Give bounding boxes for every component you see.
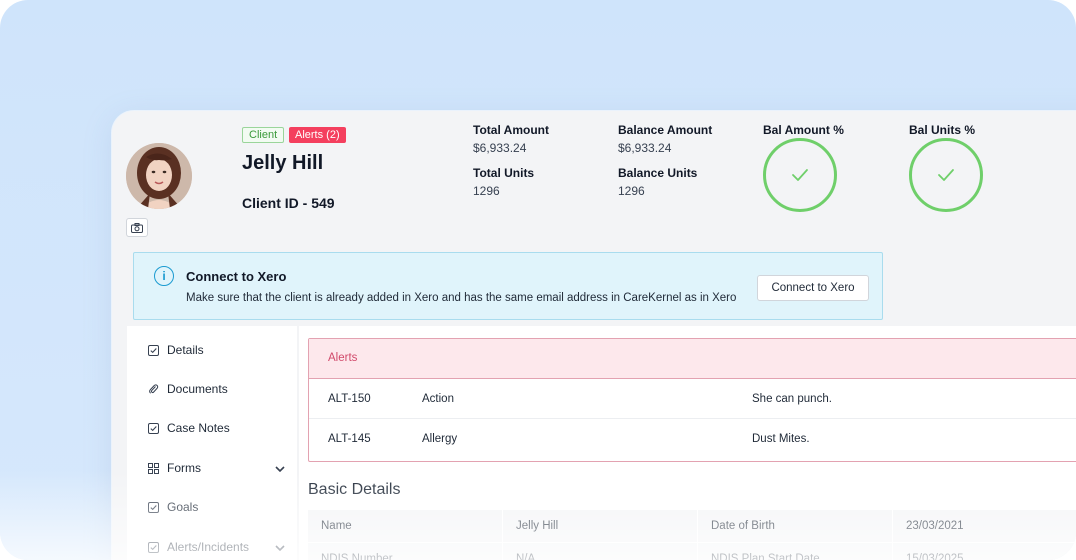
client-profile-card: Client Alerts (2) Jelly Hill Client ID -…: [112, 111, 1076, 560]
basic-details-title: Basic Details: [308, 481, 401, 498]
check-icon: [938, 169, 954, 181]
alert-type: Action: [422, 393, 454, 405]
sidebar-item-forms[interactable]: Forms: [147, 458, 297, 478]
detail-label: NDIS Plan Start Date: [698, 543, 893, 560]
checkbox-icon: [147, 422, 159, 434]
info-icon: i: [154, 266, 174, 286]
balance-units-label: Balance Units: [618, 166, 698, 180]
bal-units-pct-ring: [909, 138, 983, 212]
bal-amount-pct-label: Bal Amount %: [763, 123, 844, 137]
client-sidebar: Details Documents Case Notes Forms Goals…: [127, 326, 297, 560]
client-id: Client ID - 549: [242, 195, 335, 211]
paperclip-icon: [147, 383, 159, 395]
table-row: NDIS Number N/A NDIS Plan Start Date 15/…: [308, 543, 1076, 560]
balance-amount-value: $6,933.24: [618, 141, 672, 155]
client-avatar[interactable]: [126, 143, 192, 209]
sidebar-item-label: Documents: [167, 382, 228, 396]
connect-xero-banner: i Connect to Xero Make sure that the cli…: [133, 252, 883, 320]
xero-banner-title: Connect to Xero: [186, 269, 287, 284]
grid-icon: [147, 462, 159, 474]
chevron-down-icon[interactable]: [275, 540, 285, 554]
alerts-badge[interactable]: Alerts (2): [289, 127, 346, 143]
table-row: Name Jelly Hill Date of Birth 23/03/2021: [308, 510, 1076, 543]
alert-id: ALT-145: [328, 433, 371, 445]
check-icon: [792, 169, 808, 181]
client-name: Jelly Hill: [242, 152, 324, 174]
alert-id: ALT-150: [328, 393, 371, 405]
detail-label: NDIS Number: [308, 543, 503, 560]
detail-value: 23/03/2021: [906, 520, 964, 532]
client-main-content: Alerts ALT-150 Action She can punch. ALT…: [299, 326, 1076, 560]
detail-value: Jelly Hill: [503, 510, 698, 542]
alert-type: Allergy: [422, 433, 458, 445]
total-units-label: Total Units: [473, 166, 535, 180]
sidebar-item-alerts-incidents[interactable]: Alerts/Incidents: [147, 537, 297, 557]
alert-description: She can punch.: [752, 393, 832, 405]
detail-value: N/A: [503, 543, 698, 560]
total-amount-value: $6,933.24: [473, 141, 527, 155]
sidebar-item-label: Alerts/Incidents: [167, 540, 250, 554]
background: Client Alerts (2) Jelly Hill Client ID -…: [0, 0, 1076, 560]
alert-row[interactable]: ALT-145 Allergy Dust Mites.: [309, 419, 1076, 458]
detail-label: Name: [308, 510, 503, 542]
bal-amount-pct-ring: [763, 138, 837, 212]
camera-icon: [131, 222, 143, 233]
avatar-image: [126, 143, 192, 209]
sidebar-item-documents[interactable]: Documents: [147, 379, 228, 399]
sidebar-item-label: Case Notes: [167, 421, 230, 435]
alerts-panel-header: Alerts: [309, 339, 1076, 379]
sidebar-item-label: Forms: [167, 461, 201, 475]
client-badge: Client: [242, 127, 285, 143]
detail-value: 15/03/2025: [906, 553, 964, 560]
balance-units-value: 1296: [618, 184, 645, 198]
sidebar-item-label: Goals: [167, 500, 199, 514]
sidebar-item-case-notes[interactable]: Case Notes: [147, 418, 230, 438]
xero-banner-description: Make sure that the client is already add…: [186, 292, 737, 304]
detail-label: Date of Birth: [698, 510, 893, 542]
alerts-panel-title: Alerts: [328, 352, 358, 364]
checkbox-icon: [147, 501, 159, 513]
checkbox-icon: [147, 344, 159, 356]
connect-to-xero-button[interactable]: Connect to Xero: [757, 275, 869, 301]
sidebar-item-details[interactable]: Details: [147, 340, 204, 360]
total-amount-label: Total Amount: [473, 123, 549, 137]
alert-row[interactable]: ALT-150 Action She can punch.: [309, 379, 1076, 419]
checkbox-icon: [147, 541, 159, 553]
total-units-value: 1296: [473, 184, 500, 198]
sidebar-item-goals[interactable]: Goals: [147, 497, 198, 517]
balance-amount-label: Balance Amount: [618, 123, 713, 137]
alerts-panel: Alerts ALT-150 Action She can punch. ALT…: [308, 338, 1076, 462]
alert-description: Dust Mites.: [752, 433, 810, 445]
change-photo-button[interactable]: [126, 218, 148, 237]
sidebar-item-label: Details: [167, 343, 204, 357]
chevron-down-icon[interactable]: [275, 461, 285, 475]
bal-units-pct-label: Bal Units %: [909, 123, 976, 137]
